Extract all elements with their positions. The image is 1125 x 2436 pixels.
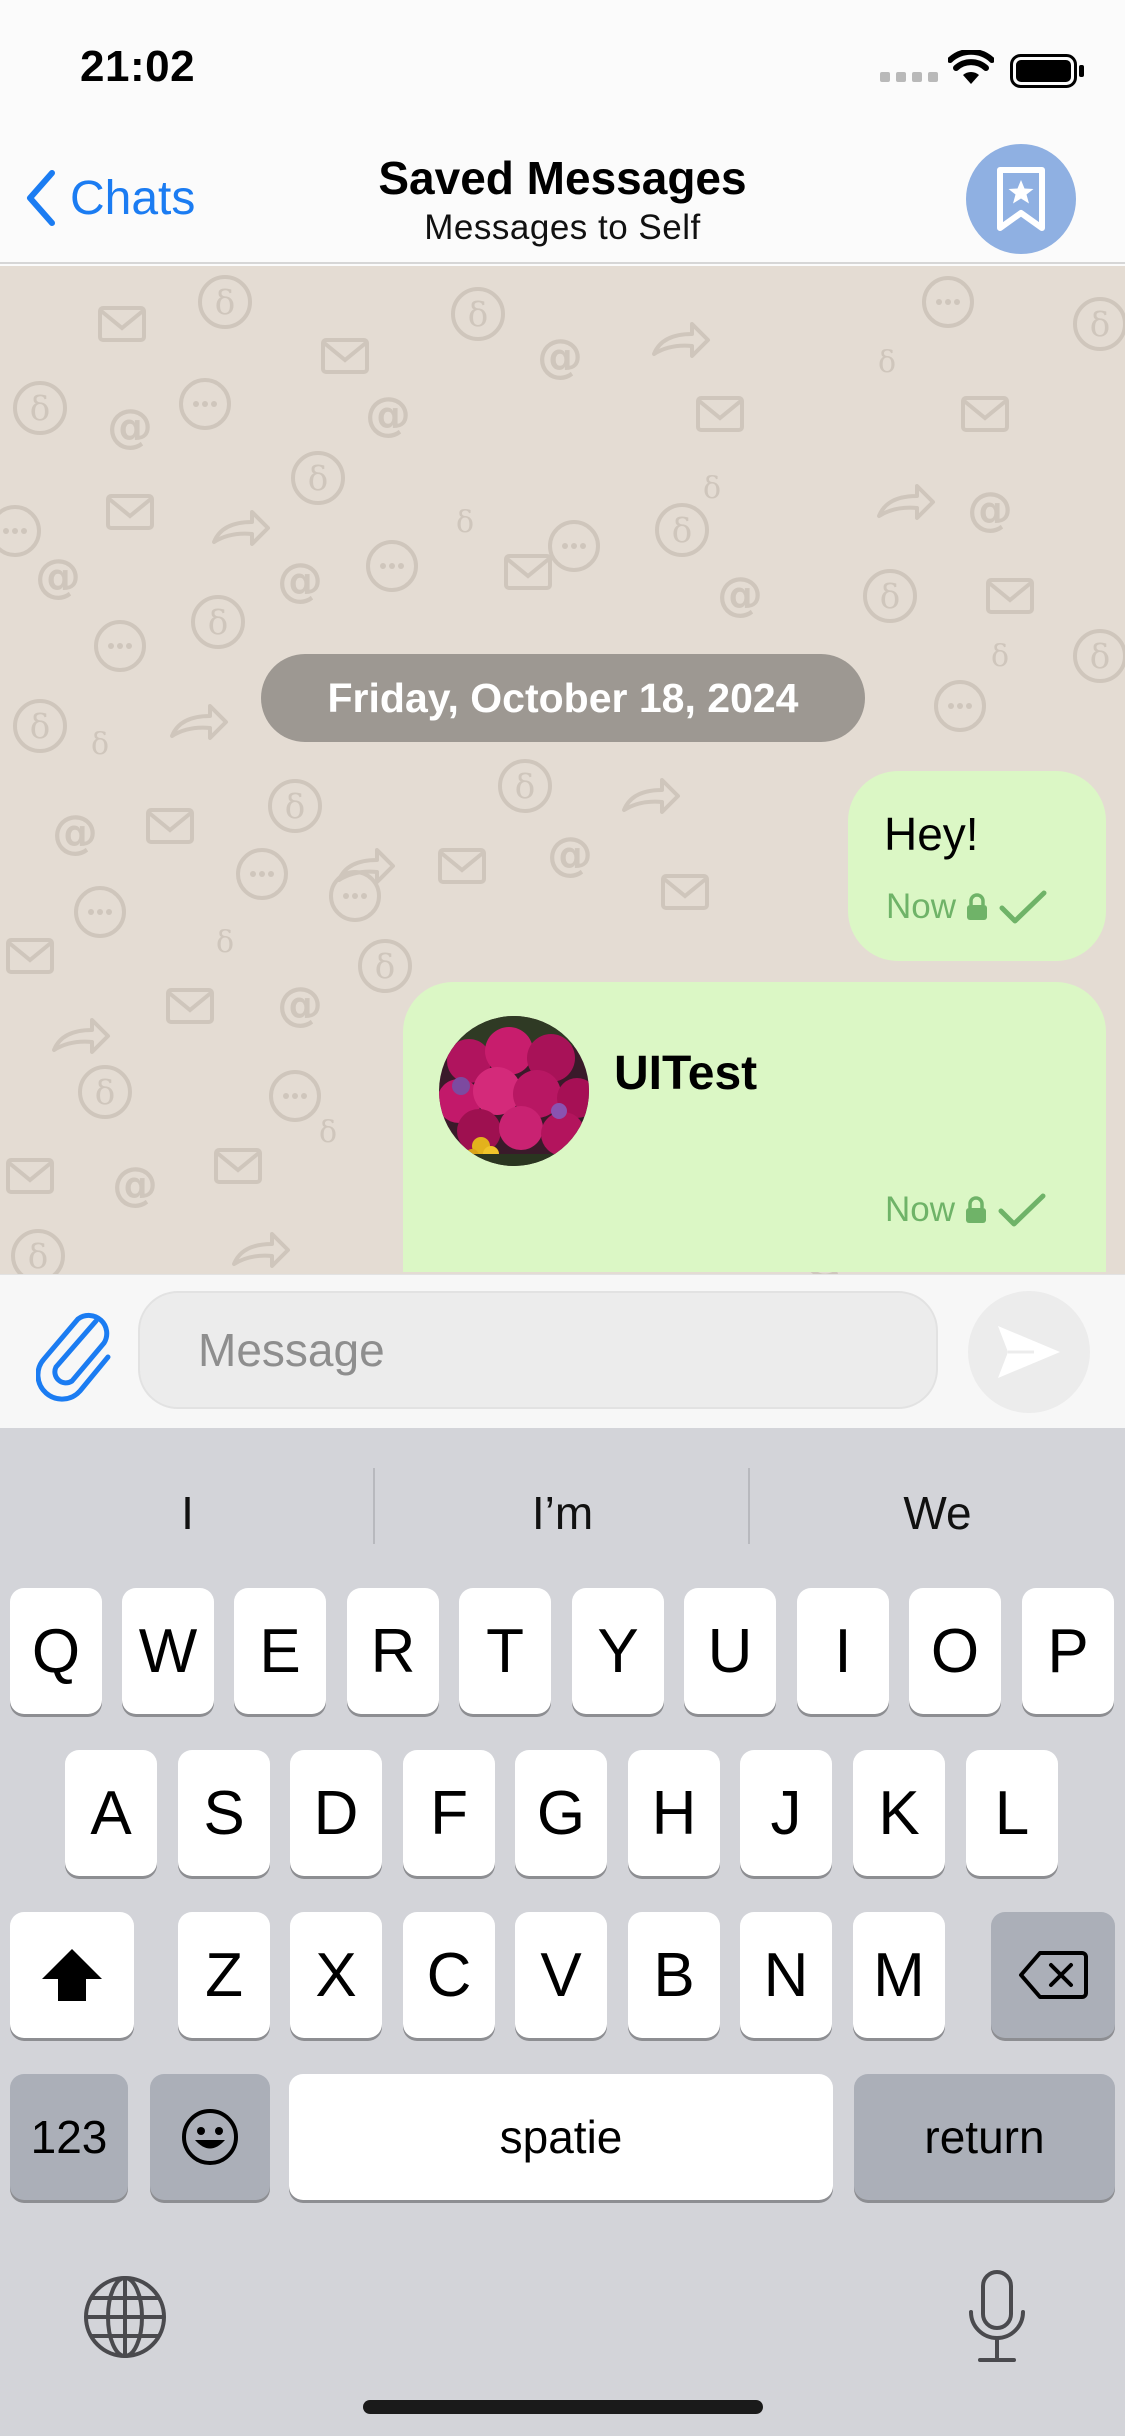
bookmark-star-icon [997, 167, 1045, 231]
key-i[interactable]: I [797, 1588, 889, 1714]
home-indicator[interactable] [363, 2400, 763, 2414]
suggestion-2[interactable]: I’m [375, 1458, 750, 1568]
status-bar: 21:02 [0, 0, 1125, 132]
key-t[interactable]: T [459, 1588, 551, 1714]
key-f[interactable]: F [403, 1750, 495, 1876]
flowers-image [439, 1016, 589, 1166]
key-m[interactable]: M [853, 1912, 945, 2038]
contact-photo[interactable] [439, 1016, 589, 1166]
date-separator: Friday, October 18, 2024 [261, 654, 865, 742]
shift-icon [42, 1949, 102, 2001]
key-l[interactable]: L [966, 1750, 1058, 1876]
key-e[interactable]: E [234, 1588, 326, 1714]
message-meta: Now [885, 1190, 1047, 1230]
backspace-key[interactable] [991, 1912, 1115, 2038]
key-w[interactable]: W [122, 1588, 214, 1714]
globe-icon[interactable] [82, 2274, 168, 2360]
key-k[interactable]: K [853, 1750, 945, 1876]
message-text: Hey! [884, 808, 979, 860]
key-u[interactable]: U [684, 1588, 776, 1714]
key-h[interactable]: H [628, 1750, 720, 1876]
space-key[interactable]: spatie [289, 2074, 833, 2200]
lock-icon [966, 1196, 987, 1223]
numbers-key[interactable]: 123 [10, 2074, 128, 2200]
paperclip-icon[interactable] [36, 1305, 120, 1405]
lock-icon [967, 893, 988, 920]
suggestion-1[interactable]: I [0, 1458, 375, 1568]
microphone-icon[interactable] [964, 2268, 1030, 2368]
message-time: Now [886, 887, 957, 926]
key-z[interactable]: Z [178, 1912, 270, 2038]
key-x[interactable]: X [290, 1912, 382, 2038]
key-d[interactable]: D [290, 1750, 382, 1876]
key-o[interactable]: O [909, 1588, 1001, 1714]
key-r[interactable]: R [347, 1588, 439, 1714]
emoji-icon [182, 2109, 238, 2165]
message-composer: Message [0, 1274, 1125, 1428]
contact-message-bubble[interactable]: UITest Now [403, 982, 1106, 1272]
contact-name: UITest [614, 1047, 758, 1100]
key-y[interactable]: Y [572, 1588, 664, 1714]
message-bubble[interactable]: Hey! Now [848, 771, 1106, 961]
back-button-label: Chats [70, 171, 196, 225]
message-input-placeholder: Message [198, 1324, 385, 1376]
key-c[interactable]: C [403, 1912, 495, 2038]
wifi-icon [948, 50, 994, 84]
keyboard: I I’m We Q W E R T Y U I O P A S D F G H… [0, 1428, 1125, 2436]
key-g[interactable]: G [515, 1750, 607, 1876]
message-input[interactable]: Message [138, 1291, 938, 1409]
return-key[interactable]: return [854, 2074, 1115, 2200]
key-v[interactable]: V [515, 1912, 607, 2038]
emoji-key[interactable] [150, 2074, 270, 2200]
key-n[interactable]: N [740, 1912, 832, 2038]
send-button[interactable] [968, 1291, 1090, 1413]
key-p[interactable]: P [1022, 1588, 1114, 1714]
navigation-bar: Chats Saved Messages Messages to Self [0, 132, 1125, 264]
message-time: Now [885, 1190, 956, 1229]
key-s[interactable]: S [178, 1750, 270, 1876]
backspace-icon [1019, 1951, 1088, 1999]
chat-area[interactable]: @ δ δ Friday, October 18, 2024 Hey! Now [0, 266, 1125, 1274]
send-icon [998, 1326, 1060, 1378]
checkmark-icon [998, 1193, 1046, 1227]
shift-key[interactable] [10, 1912, 134, 2038]
back-button[interactable]: Chats [24, 166, 195, 230]
battery-icon [1010, 54, 1084, 88]
checkmark-icon [999, 890, 1047, 924]
chat-avatar[interactable] [966, 144, 1076, 254]
status-time: 21:02 [80, 42, 196, 91]
key-j[interactable]: J [740, 1750, 832, 1876]
chevron-left-icon [27, 170, 55, 226]
key-q[interactable]: Q [10, 1588, 102, 1714]
suggestion-3[interactable]: We [750, 1458, 1125, 1568]
key-a[interactable]: A [65, 1750, 157, 1876]
cellular-signal-icon [880, 72, 938, 82]
key-b[interactable]: B [628, 1912, 720, 2038]
message-meta: Now [886, 887, 1048, 927]
